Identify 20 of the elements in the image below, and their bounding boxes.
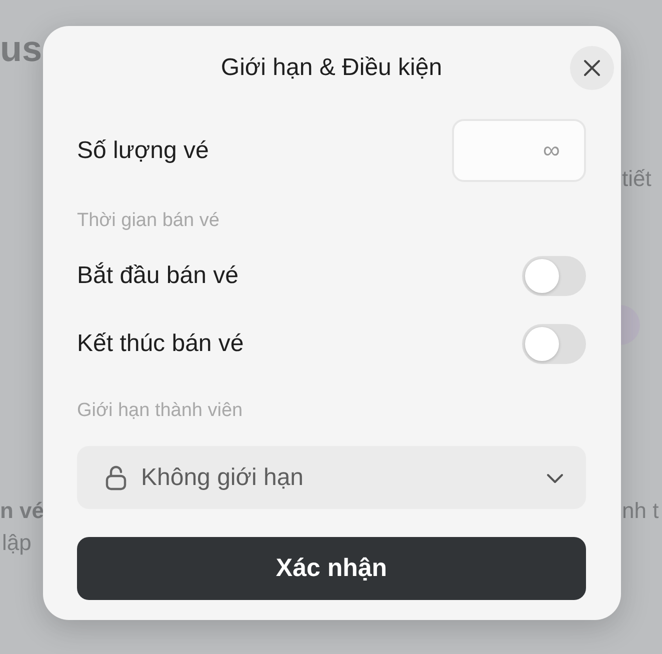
background-text: n vé <box>0 498 44 524</box>
toggle-switch[interactable] <box>522 256 586 296</box>
background-text: lập <box>2 530 32 556</box>
close-button[interactable] <box>570 46 614 90</box>
toggle-label: Bắt đầu bán vé <box>77 262 238 290</box>
background-text: tiết <box>622 166 652 192</box>
chevron-down-icon <box>546 472 564 484</box>
confirm-button[interactable]: Xác nhận <box>77 537 586 600</box>
section-heading: Giới hạn thành viên <box>77 400 244 422</box>
field-label: Số lượng vé <box>77 136 209 164</box>
quantity-input[interactable]: ∞ <box>452 119 586 182</box>
toggle-switch[interactable] <box>522 324 586 364</box>
member-limit-dropdown[interactable]: Không giới hạn <box>77 446 586 509</box>
toggle-label: Kết thúc bán vé <box>77 330 244 358</box>
close-icon <box>582 58 602 78</box>
unlocked-padlock-icon <box>105 464 127 490</box>
background-text: us <box>0 28 42 70</box>
section-heading: Thời gian bán vé <box>77 210 220 232</box>
dialog-title: Giới hạn & Điều kiện <box>220 54 442 82</box>
background-text: nh t <box>622 498 659 524</box>
